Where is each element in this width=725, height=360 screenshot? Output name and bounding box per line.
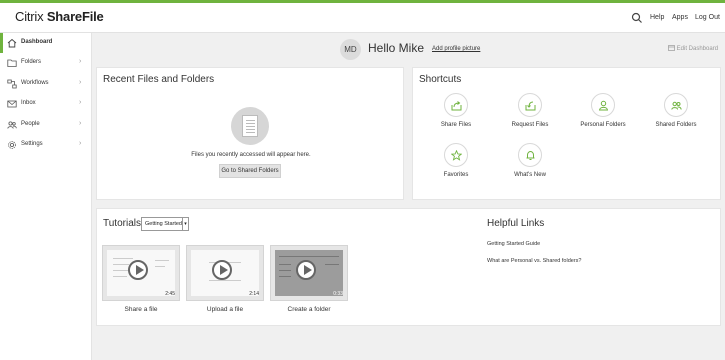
request-icon (525, 101, 536, 111)
shortcut-label: Request Files (511, 122, 549, 128)
star-icon (451, 150, 462, 161)
recent-files-title: Recent Files and Folders (103, 74, 215, 85)
chevron-right-icon: › (79, 99, 82, 106)
shortcut-label: Share Files (440, 122, 472, 128)
video-label: Upload a file (206, 306, 244, 313)
home-icon (7, 38, 17, 48)
dashboard-icon (668, 45, 675, 51)
edit-dashboard-label: Edit Dashboard (676, 46, 719, 52)
video-duration: 0:33 (333, 291, 343, 297)
recent-empty-message: Files you recently accessed will appear … (191, 152, 311, 158)
shortcut-share-files[interactable]: Share Files (426, 93, 486, 143)
helpful-links-title: Helpful Links (487, 218, 545, 229)
sidebar-item-dashboard[interactable]: Dashboard (0, 33, 92, 53)
select-value: Getting Started (145, 221, 182, 227)
sidebar-item-label: People (21, 121, 40, 127)
shortcut-label: What's New (514, 172, 546, 178)
play-icon (128, 260, 148, 280)
video-duration: 2:14 (249, 291, 259, 297)
play-icon (296, 260, 316, 280)
document-icon (231, 107, 269, 145)
edit-dashboard-button[interactable]: Edit Dashboard (668, 45, 718, 52)
inbox-icon (7, 100, 17, 108)
shortcut-personal-folders[interactable]: Personal Folders (573, 93, 633, 143)
chevron-right-icon: › (79, 79, 82, 86)
add-profile-picture-link[interactable]: Add profile picture (432, 46, 480, 52)
shortcut-request-files[interactable]: Request Files (500, 93, 560, 143)
tutorial-video-create-a-folder[interactable]: 0:33 (270, 245, 348, 301)
sidebar-item-folders[interactable]: Folders › (0, 53, 92, 73)
sidebar-item-people[interactable]: People › (0, 115, 92, 135)
tutorials-category-select[interactable]: Getting Started ▾ (141, 217, 189, 231)
people-icon (7, 121, 17, 129)
sidebar-item-label: Workflows (21, 80, 49, 86)
chevron-right-icon: › (79, 140, 82, 147)
top-bar: Citrix ShareFile Help Apps Log Out (0, 0, 725, 33)
apps-link[interactable]: Apps (672, 14, 688, 21)
video-label: Share a file (124, 306, 158, 313)
chevron-down-icon: ▾ (182, 218, 188, 230)
share-icon (451, 101, 462, 111)
logout-link[interactable]: Log Out (695, 14, 720, 21)
sidebar-item-workflows[interactable]: Workflows › (0, 74, 92, 94)
go-to-shared-folders-button[interactable]: Go to Shared Folders (219, 164, 281, 178)
person-icon (598, 100, 609, 111)
avatar[interactable]: MD (340, 39, 361, 60)
video-label: Create a folder (287, 306, 331, 313)
shortcut-label: Favorites (443, 172, 469, 178)
gear-icon (8, 141, 16, 149)
sidebar-item-label: Dashboard (21, 39, 53, 45)
shortcut-label: Personal Folders (580, 122, 626, 128)
shortcut-shared-folders[interactable]: Shared Folders (646, 93, 706, 143)
greeting: Hello Mike (368, 41, 425, 55)
sidebar-item-label: Folders (21, 59, 42, 65)
bell-icon (526, 150, 535, 160)
play-icon (212, 260, 232, 280)
tutorial-video-upload-a-file[interactable]: 2:14 (186, 245, 264, 301)
helpful-link[interactable]: Getting Started Guide (487, 241, 540, 247)
chevron-right-icon: › (79, 58, 82, 65)
help-link[interactable]: Help (650, 14, 664, 21)
sidebar-item-label: Inbox (21, 100, 36, 106)
sidebar-item-inbox[interactable]: Inbox › (0, 94, 92, 114)
search-icon[interactable] (631, 12, 643, 24)
helpful-link[interactable]: What are Personal vs. Shared folders? (487, 258, 581, 264)
shortcut-whats-new[interactable]: What's New (500, 143, 560, 193)
sidebar-item-label: Settings (21, 141, 43, 147)
chevron-right-icon: › (79, 120, 82, 127)
citrix-sharefile-logo[interactable]: Citrix ShareFile (15, 9, 104, 24)
workflow-icon (7, 79, 17, 89)
tutorials-title: Tutorials (103, 218, 141, 229)
group-icon (671, 101, 682, 110)
video-duration: 2:45 (165, 291, 175, 297)
shortcuts-title: Shortcuts (419, 74, 462, 85)
shortcut-label: Shared Folders (655, 122, 697, 128)
sidebar-item-settings[interactable]: Settings › (0, 135, 92, 155)
shortcut-favorites[interactable]: Favorites (426, 143, 486, 193)
sidebar: Dashboard Folders › Workflows › Inbox › … (0, 33, 92, 360)
tutorial-video-share-a-file[interactable]: 2:45 (102, 245, 180, 301)
folder-icon (7, 59, 17, 67)
